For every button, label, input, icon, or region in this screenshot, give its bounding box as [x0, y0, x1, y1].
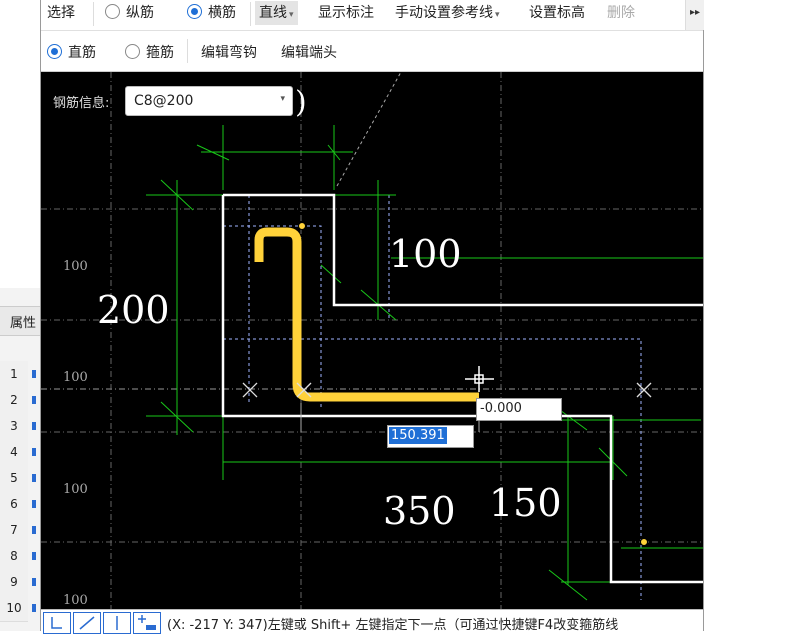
stirrup-radio[interactable]: 箍筋	[125, 42, 174, 62]
property-row-number[interactable]: 6	[0, 491, 28, 518]
line-dropdown[interactable]: 直线 ▾	[255, 1, 298, 25]
property-row-marker	[30, 491, 38, 517]
background-app-right	[703, 0, 799, 631]
axis-label: 100	[63, 482, 88, 497]
straight-bar-radio[interactable]: 直筋	[47, 42, 96, 62]
edit-hook-button[interactable]: 编辑弯钩	[201, 42, 257, 62]
radio-on-icon	[47, 44, 62, 59]
property-row-number[interactable]: 5	[0, 465, 28, 492]
status-text: (X: -217 Y: 347)左键或 Shift+ 左键指定下一点（可通过快捷…	[167, 618, 619, 633]
manual-guide-dropdown[interactable]: 手动设置参考线 ▾	[395, 0, 500, 30]
main-toolbar: 选择 纵筋 横筋 直线 ▾ 显示标注 手动设置参考线 ▾ 设置标高 删除 ▸▸	[41, 0, 704, 31]
property-row-marker	[30, 387, 38, 413]
rebar-info-select[interactable]: C8@200 ▾	[125, 86, 293, 116]
property-row-marker	[30, 543, 38, 569]
radio-off-icon	[105, 4, 120, 19]
property-row-number[interactable]: 4	[0, 439, 28, 466]
radio-on-icon	[187, 4, 202, 19]
status-bar: (X: -217 Y: 347)左键或 Shift+ 左键指定下一点（可通过快捷…	[41, 609, 703, 634]
property-row-number[interactable]: 7	[0, 517, 28, 544]
overflow-icon[interactable]: ▸▸	[685, 0, 704, 30]
property-row-marker	[30, 465, 38, 491]
property-row-marker	[30, 595, 38, 621]
delete-button[interactable]: 删除	[607, 0, 635, 30]
property-row-marker	[30, 413, 38, 439]
dimension-350: 350	[383, 489, 456, 533]
property-row-marker	[30, 569, 38, 595]
property-row-number[interactable]: 2	[0, 387, 28, 414]
show-annotation-button[interactable]: 显示标注	[318, 0, 374, 30]
angle-input[interactable]: -0.000	[476, 398, 562, 421]
chevron-down-icon: ▾	[280, 94, 285, 104]
background-app-area	[0, 0, 40, 288]
axis-label: 100	[63, 593, 88, 608]
dimension-150: 150	[489, 481, 562, 525]
rebar-editor-dialog: 选择 纵筋 横筋 直线 ▾ 显示标注 手动设置参考线 ▾ 设置标高 删除 ▸▸ 直筋…	[40, 0, 704, 634]
chevron-down-icon: ▾	[289, 10, 294, 20]
property-row-marker	[30, 439, 38, 465]
chevron-down-icon: ▾	[495, 10, 500, 20]
radio-off-icon	[125, 44, 140, 59]
select-button[interactable]: 选择	[47, 0, 75, 30]
longitudinal-radio[interactable]: 纵筋	[105, 0, 154, 30]
axis-label: 100	[63, 370, 88, 385]
property-row-number[interactable]: 1	[0, 361, 28, 388]
dimension-100: 100	[389, 232, 462, 276]
rebar-info-value: C8@200	[134, 93, 194, 109]
properties-tab[interactable]: 属性	[0, 306, 40, 336]
property-row-marker	[30, 361, 38, 387]
property-row-marker	[30, 517, 38, 543]
set-elevation-button[interactable]: 设置标高	[529, 0, 585, 30]
secondary-toolbar: 直筋 箍筋 编辑弯钩 编辑端头	[41, 31, 703, 72]
rebar-info-label: 钢筋信息:	[53, 96, 110, 111]
edit-end-button[interactable]: 编辑端头	[281, 42, 337, 62]
drawing-canvas[interactable]: 100 200 350 150 100 100 100 100	[41, 72, 703, 609]
transverse-radio[interactable]: 横筋	[187, 0, 236, 30]
property-row-number[interactable]: 9	[0, 569, 28, 596]
property-row-number[interactable]: 3	[0, 413, 28, 440]
properties-tab-label: 属性	[10, 316, 37, 331]
dimension-200: 200	[97, 288, 170, 332]
paren-text: )	[295, 85, 307, 120]
property-row-number[interactable]: 8	[0, 543, 28, 570]
axis-label: 100	[63, 259, 88, 274]
length-input[interactable]: 150.391	[387, 425, 474, 448]
property-row-number[interactable]: 10	[0, 595, 28, 622]
